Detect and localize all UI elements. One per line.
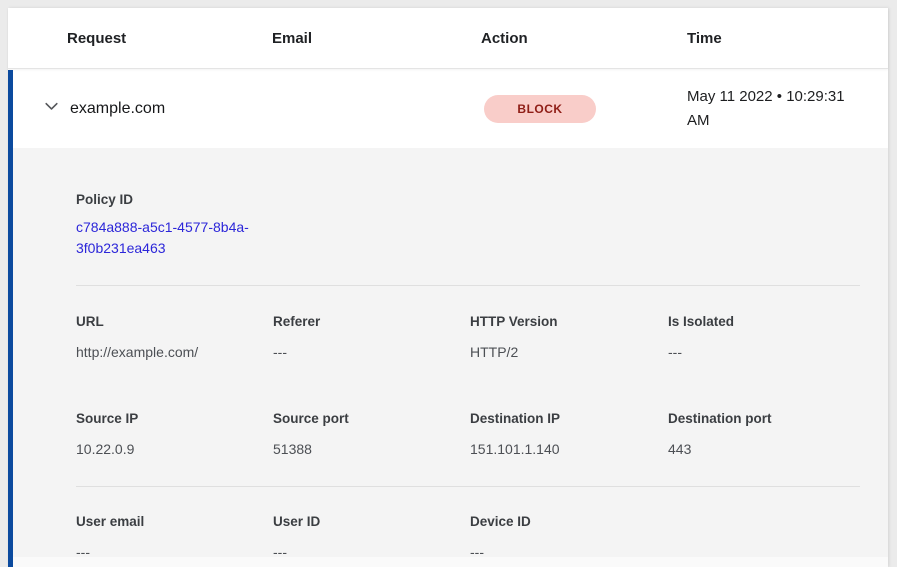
- panel-bottom-strip: [8, 557, 888, 567]
- row-action-cell: BLOCK: [484, 95, 687, 123]
- field-label: Destination IP: [470, 411, 668, 426]
- field-value: 151.101.1.140: [470, 441, 668, 457]
- field-label: Source IP: [76, 411, 273, 426]
- policy-id-block: Policy ID c784a888-a5c1-4577-8b4a-3f0b23…: [76, 192, 860, 259]
- field-destination-port: Destination port 443: [668, 411, 860, 457]
- field-label: Device ID: [470, 514, 668, 529]
- field-value: HTTP/2: [470, 344, 668, 360]
- field-label: Referer: [273, 314, 470, 329]
- field-user-email: User email ---: [76, 514, 273, 560]
- field-label: URL: [76, 314, 273, 329]
- column-header-request: Request: [67, 30, 272, 47]
- log-details-panel: Policy ID c784a888-a5c1-4577-8b4a-3f0b23…: [8, 148, 888, 567]
- field-user-id: User ID ---: [273, 514, 470, 560]
- field-value: 443: [668, 441, 860, 457]
- field-is-isolated: Is Isolated ---: [668, 314, 860, 360]
- field-http-version: HTTP Version HTTP/2: [470, 314, 668, 360]
- field-referer: Referer ---: [273, 314, 470, 360]
- field-source-ip: Source IP 10.22.0.9: [76, 411, 273, 457]
- policy-id-link[interactable]: c784a888-a5c1-4577-8b4a-3f0b231ea463: [76, 217, 276, 259]
- field-url: URL http://example.com/: [76, 314, 273, 360]
- field-value: ---: [668, 344, 860, 360]
- field-label: Destination port: [668, 411, 860, 426]
- field-label: Source port: [273, 411, 470, 426]
- field-destination-ip: Destination IP 151.101.1.140: [470, 411, 668, 457]
- details-row-http: URL http://example.com/ Referer --- HTTP…: [76, 314, 860, 360]
- field-value: 51388: [273, 441, 470, 457]
- expanded-row-accent-bar: [8, 70, 13, 567]
- field-label: User ID: [273, 514, 470, 529]
- field-device-id: Device ID ---: [470, 514, 668, 560]
- column-header-time: Time: [687, 30, 888, 47]
- row-time: May 11 2022 • 10:29:31 AM: [687, 85, 860, 133]
- column-header-action: Action: [481, 30, 687, 47]
- column-header-email: Email: [272, 30, 481, 47]
- section-divider: [76, 285, 860, 286]
- policy-id-label: Policy ID: [76, 192, 860, 207]
- details-row-user: User email --- User ID --- Device ID ---: [76, 514, 860, 560]
- log-row-expanded[interactable]: example.com BLOCK May 11 2022 • 10:29:31…: [8, 69, 888, 148]
- action-block-badge: BLOCK: [484, 95, 596, 123]
- details-row-network: Source IP 10.22.0.9 Source port 51388 De…: [76, 411, 860, 457]
- section-divider: [76, 486, 860, 487]
- log-table-card: Request Email Action Time example.com BL…: [8, 8, 888, 567]
- field-label: User email: [76, 514, 273, 529]
- table-header-row: Request Email Action Time: [8, 8, 888, 69]
- field-source-port: Source port 51388: [273, 411, 470, 457]
- row-request-domain: example.com: [70, 100, 484, 118]
- field-value: 10.22.0.9: [76, 441, 273, 457]
- field-value: ---: [273, 344, 470, 360]
- chevron-down-icon: [43, 98, 60, 120]
- field-label: Is Isolated: [668, 314, 860, 329]
- field-value: http://example.com/: [76, 344, 273, 360]
- field-label: HTTP Version: [470, 314, 668, 329]
- collapse-row-button[interactable]: [41, 99, 61, 119]
